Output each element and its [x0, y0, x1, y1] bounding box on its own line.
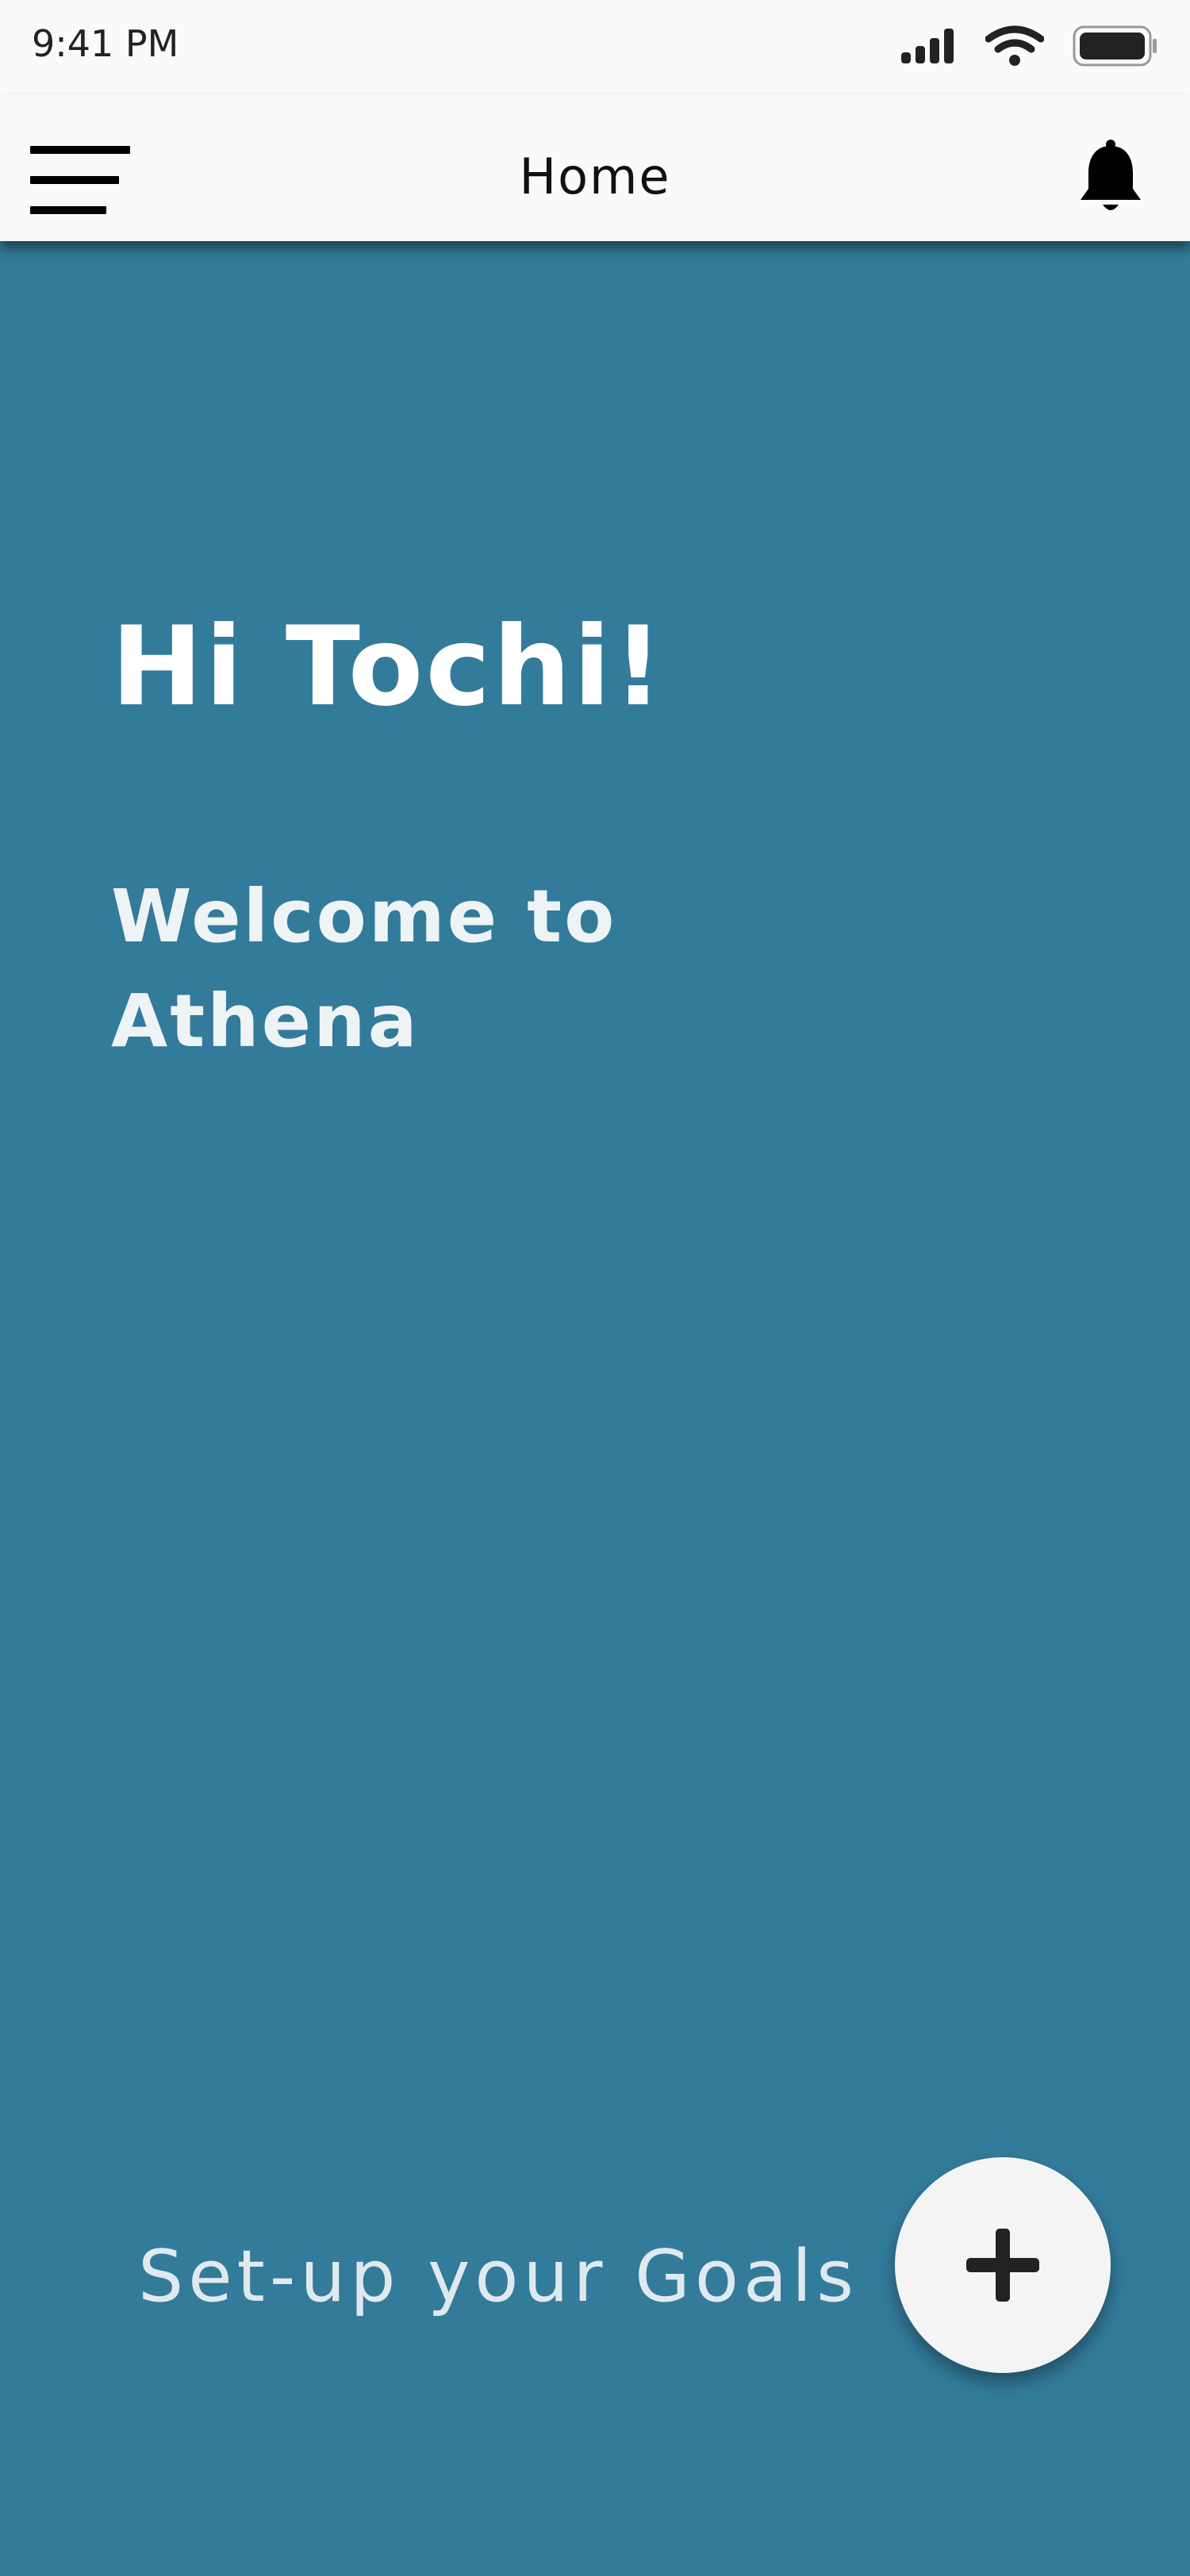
- cellular-signal-icon: [901, 29, 954, 63]
- greeting-heading: Hi Tochi!: [111, 603, 666, 730]
- battery-icon: [1073, 25, 1157, 67]
- welcome-message: Welcome to Athena: [111, 864, 666, 1074]
- welcome-line-2: Athena: [111, 979, 420, 1064]
- add-goal-button[interactable]: [895, 2157, 1111, 2373]
- page-title: Home: [519, 148, 671, 205]
- welcome-line-1: Welcome to: [111, 874, 617, 959]
- plus-icon: [966, 2229, 1039, 2302]
- setup-goals-label: Set-up your Goals: [138, 2235, 858, 2318]
- wifi-icon: [985, 25, 1044, 66]
- bell-icon[interactable]: [1077, 140, 1144, 216]
- app-bar: Home: [0, 95, 1190, 241]
- status-time: 9:41 PM: [32, 22, 179, 65]
- status-bar: 9:41 PM: [0, 0, 1190, 95]
- status-icons: [900, 22, 1158, 70]
